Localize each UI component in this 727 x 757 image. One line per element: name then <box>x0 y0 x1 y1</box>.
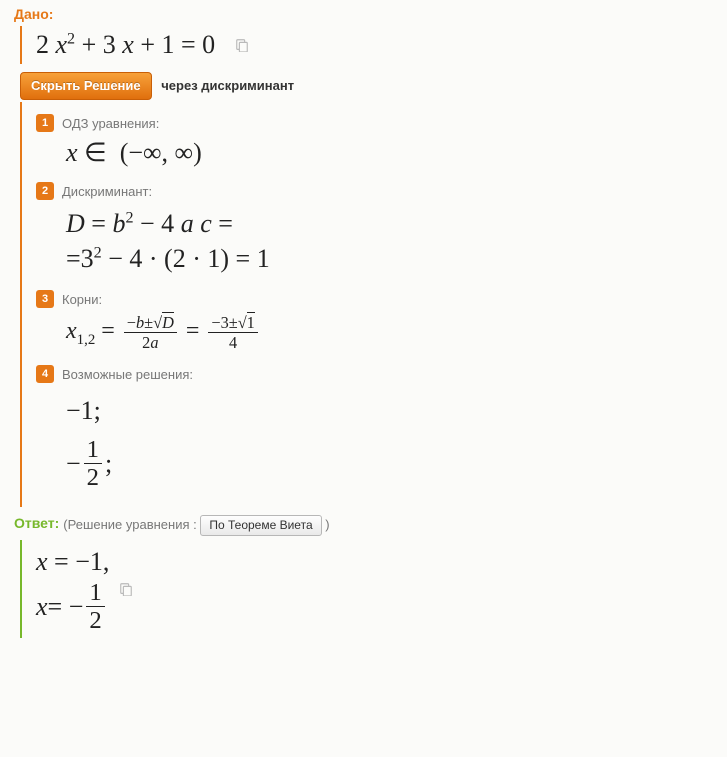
step-badge: 4 <box>36 365 54 383</box>
step-2-row: 2 Дискриминант: <box>36 182 717 200</box>
hide-solution-button[interactable]: Скрыть Решение <box>20 72 152 100</box>
vieta-button[interactable]: По Теореме Виета <box>200 515 321 536</box>
answer-math: x = −1,x = −12 <box>36 544 109 634</box>
step-4-row: 4 Возможные решения: <box>36 365 717 383</box>
step-label: Корни: <box>62 292 102 307</box>
step-label: Дискриминант: <box>62 184 152 199</box>
step-3-math: x1,2 = −b±√D2a = −3±√14 <box>66 314 717 351</box>
step-label: Возможные решения: <box>62 367 193 382</box>
answer-heading: Ответ: <box>14 515 59 531</box>
step-4-math: −1;−12; <box>66 389 717 495</box>
answer-note-suffix: ) <box>325 517 329 532</box>
given-heading: Дано: <box>14 6 717 22</box>
solution-block: 1 ОДЗ уравнения: x ∈ (−∞, ∞) 2 Дискримин… <box>20 102 717 507</box>
answer-block: x = −1,x = −12 <box>20 540 717 638</box>
step-badge: 1 <box>36 114 54 132</box>
step-3-row: 3 Корни: <box>36 290 717 308</box>
copy-icon[interactable] <box>119 582 133 596</box>
solution-method-label: через дискриминант <box>161 78 294 93</box>
answer-heading-row: Ответ: (Решение уравнения : По Теореме В… <box>14 515 717 536</box>
given-block: 2 x2 + 3 x + 1 = 0 <box>20 26 717 64</box>
step-2-math: D = b2 − 4 a c ==32 − 4 · (2 · 1) = 1 <box>66 206 717 276</box>
toggle-row: Скрыть Решение через дискриминант <box>14 72 717 100</box>
step-1-row: 1 ОДЗ уравнения: <box>36 114 717 132</box>
step-badge: 3 <box>36 290 54 308</box>
given-equation: 2 x2 + 3 x + 1 = 0 <box>36 30 215 60</box>
step-badge: 2 <box>36 182 54 200</box>
step-1-math: x ∈ (−∞, ∞) <box>66 138 717 168</box>
copy-icon[interactable] <box>235 38 249 52</box>
step-label: ОДЗ уравнения: <box>62 116 159 131</box>
answer-note-prefix: (Решение уравнения : <box>63 517 196 532</box>
